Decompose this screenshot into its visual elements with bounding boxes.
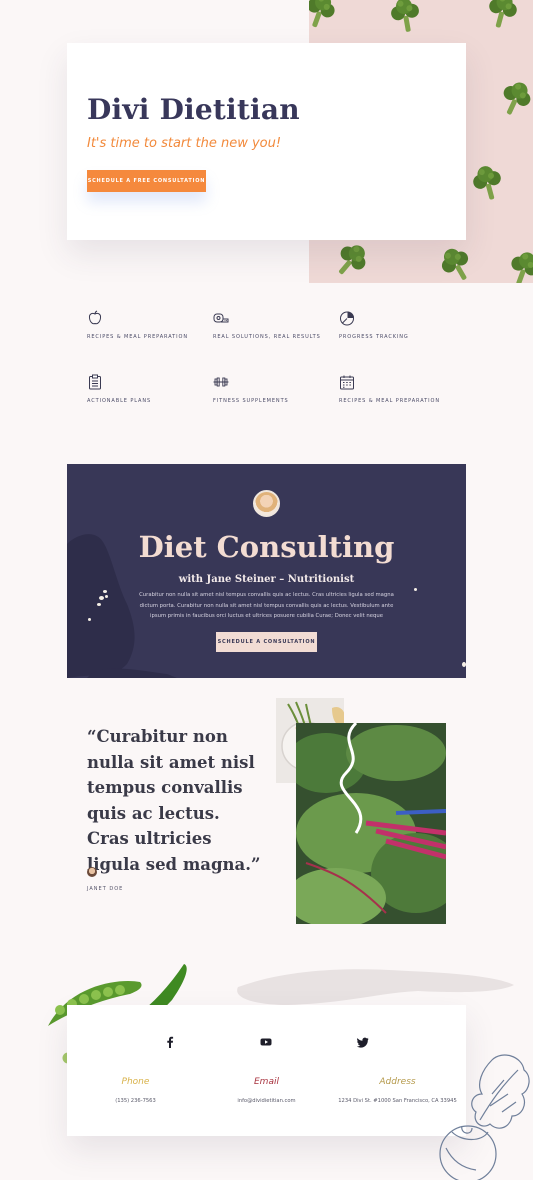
- testimonial-quote: “Curabitur non nulla sit amet nisl tempu…: [87, 727, 261, 874]
- pie-chart-icon: [340, 311, 354, 326]
- twitter-icon[interactable]: [357, 1036, 369, 1048]
- schedule-consultation-button[interactable]: Schedule a consultation: [216, 632, 317, 652]
- feature-label: Progress Tracking: [339, 334, 409, 340]
- contact-email-value[interactable]: info@dividietitian.com: [200, 1098, 333, 1104]
- facebook-icon[interactable]: [164, 1036, 176, 1048]
- decorative-dot: [414, 588, 417, 591]
- dumbbell-icon: [213, 377, 229, 387]
- free-consultation-button[interactable]: Schedule a free consultation: [87, 170, 206, 192]
- feature-item: Recipes & Meal Preparation: [339, 374, 459, 404]
- hero-title: Divi Dietitian: [87, 93, 300, 126]
- apple-icon: [88, 310, 102, 325]
- consulting-title: Diet Consulting: [138, 530, 395, 564]
- contact-email-heading: Email: [254, 1077, 279, 1087]
- feature-item: Actionable Plans: [87, 374, 207, 404]
- feature-label: Actionable Plans: [87, 398, 152, 404]
- consulting-subtitle: with Jane Steiner – Nutritionist: [178, 574, 355, 585]
- feature-item: Recipes & Meal Preparation: [87, 310, 207, 340]
- decorative-dot: [99, 596, 104, 600]
- contact-phone-value[interactable]: (135) 236-7563: [69, 1098, 202, 1104]
- measuring-tape-icon: [213, 313, 229, 323]
- feature-item: Progress Tracking: [339, 310, 459, 340]
- feature-label: Recipes & Meal Preparation: [87, 334, 188, 340]
- feature-label: Recipes & Meal Preparation: [339, 398, 440, 404]
- hero-card: Divi Dietitian It's time to start the ne…: [67, 43, 466, 240]
- decorative-dot: [97, 603, 101, 606]
- decorative-dot: [462, 662, 466, 667]
- greens-photo: [296, 723, 446, 924]
- contact-phone: Phone (135) 236-7563: [69, 1077, 202, 1104]
- decorative-dot: [103, 590, 107, 593]
- decorative-dot: [88, 618, 91, 621]
- consulting-body: Curabitur non nulla sit amet nisl tempus…: [139, 592, 394, 619]
- chard-illustration: [296, 723, 446, 924]
- youtube-icon[interactable]: [260, 1036, 272, 1048]
- contact-email: Email info@dividietitian.com: [200, 1077, 333, 1104]
- consulting-banner: Diet Consulting with Jane Steiner – Nutr…: [67, 464, 466, 678]
- feature-label: Fitness Supplements: [213, 398, 289, 404]
- feature-item: Real Solutions, Real Results: [213, 310, 333, 340]
- hero-tagline: It's time to start the new you!: [87, 136, 282, 151]
- vegetable-line-illustration: [439, 1054, 530, 1180]
- decorative-dot: [105, 595, 108, 598]
- testimonial-avatar: [87, 867, 97, 877]
- hero-card-overlay: [309, 43, 466, 240]
- testimonial-author: JANET DOE: [87, 886, 124, 892]
- nutritionist-avatar: [253, 490, 280, 517]
- contact-phone-heading: Phone: [121, 1077, 150, 1087]
- clipboard-list-icon: [89, 374, 101, 390]
- calendar-icon: [340, 375, 354, 390]
- feature-item: Fitness Supplements: [213, 374, 333, 404]
- feature-label: Real Solutions, Real Results: [213, 334, 321, 340]
- contact-card: Phone (135) 236-7563 Email info@dividiet…: [67, 1005, 466, 1136]
